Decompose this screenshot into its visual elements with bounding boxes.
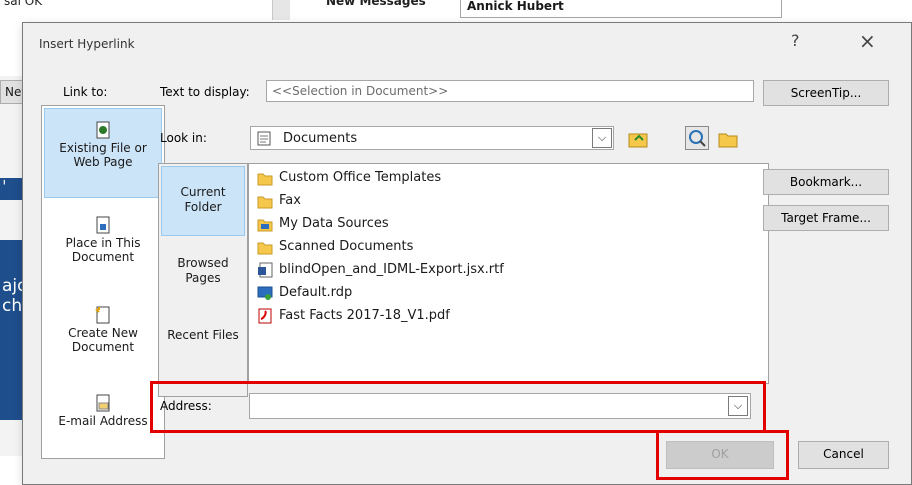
background-new-messages: New Messages: [326, 0, 426, 8]
browse-file-icon[interactable]: [716, 126, 740, 150]
link-email-address[interactable]: E-mail Address: [44, 394, 162, 454]
folder-icon: [257, 196, 273, 208]
chevron-down-icon[interactable]: ⌵: [728, 396, 748, 416]
data-sources-folder-icon: [257, 219, 273, 231]
close-button[interactable]: ×: [859, 29, 876, 53]
bookmark-button[interactable]: Bookmark...: [763, 169, 889, 195]
background-app: sal OK New Messages Annick Hubert: [0, 0, 912, 20]
new-document-icon: [95, 306, 110, 324]
list-item[interactable]: Default.rdp: [257, 281, 352, 305]
remote-desktop-icon: [257, 286, 273, 300]
link-to-label: Link to:: [63, 85, 108, 99]
address-label: Address:: [160, 399, 212, 413]
look-in-dropdown[interactable]: Documents ⌵: [250, 126, 614, 150]
background-blue-banner: ajo cho: [0, 240, 33, 420]
folder-icon: [257, 173, 273, 185]
background-contact-dropdown: Annick Hubert: [460, 0, 782, 18]
look-in-label: Look in:: [160, 131, 207, 145]
chevron-down-icon[interactable]: ⌵: [592, 128, 612, 148]
list-item[interactable]: Custom Office Templates: [257, 166, 441, 190]
help-button[interactable]: ?: [791, 31, 800, 50]
list-item[interactable]: Scanned Documents: [257, 235, 413, 259]
link-place-in-document[interactable]: Place in This Document: [44, 216, 162, 286]
folder-icon: [257, 242, 273, 254]
address-input[interactable]: ⌵: [249, 393, 751, 419]
list-item[interactable]: Fast Facts 2017-18_V1.pdf: [257, 304, 450, 328]
document-folder-icon: [257, 131, 271, 146]
cancel-button[interactable]: Cancel: [798, 441, 889, 469]
browse-nav-bar: Current Folder Browsed Pages Recent File…: [158, 163, 248, 397]
browse-web-icon[interactable]: [685, 126, 709, 150]
background-ribbon-button: Nev: [0, 80, 28, 104]
dialog-title: Insert Hyperlink: [39, 37, 135, 51]
pdf-icon: [258, 308, 272, 323]
link-to-bar: Existing File or Web Page Place in This …: [41, 105, 165, 459]
nav-current-folder[interactable]: Current Folder: [161, 166, 245, 236]
insert-hyperlink-dialog: Insert Hyperlink ? × Link to: Existing F…: [22, 22, 912, 485]
link-create-new-document[interactable]: Create New Document: [44, 306, 162, 376]
list-item[interactable]: blindOpen_and_IDML-Export.jsx.rtf: [257, 258, 504, 282]
text-to-display-input[interactable]: <<Selection in Document>>: [266, 80, 754, 102]
email-document-icon: [96, 394, 110, 412]
background-fragment: sal OK: [4, 0, 43, 8]
list-item[interactable]: Fax: [257, 189, 301, 213]
word-document-icon: [258, 262, 273, 277]
link-existing-file[interactable]: Existing File or Web Page: [44, 108, 162, 198]
ok-button[interactable]: OK: [666, 441, 774, 469]
nav-browsed-pages[interactable]: Browsed Pages: [161, 256, 245, 296]
place-in-document-icon: [96, 216, 110, 234]
nav-recent-files[interactable]: Recent Files: [161, 328, 245, 368]
globe-document-icon: [96, 121, 110, 139]
file-list[interactable]: Custom Office Templates Fax My Data Sour…: [248, 163, 769, 384]
target-frame-button[interactable]: Target Frame...: [763, 205, 889, 231]
text-to-display-label: Text to display:: [160, 85, 250, 99]
background-blue-tile: ˈ: [0, 178, 24, 200]
list-item[interactable]: My Data Sources: [257, 212, 389, 236]
up-one-folder-icon[interactable]: [626, 126, 650, 150]
screentip-button[interactable]: ScreenTip...: [763, 80, 889, 106]
background-divider: [272, 0, 290, 20]
